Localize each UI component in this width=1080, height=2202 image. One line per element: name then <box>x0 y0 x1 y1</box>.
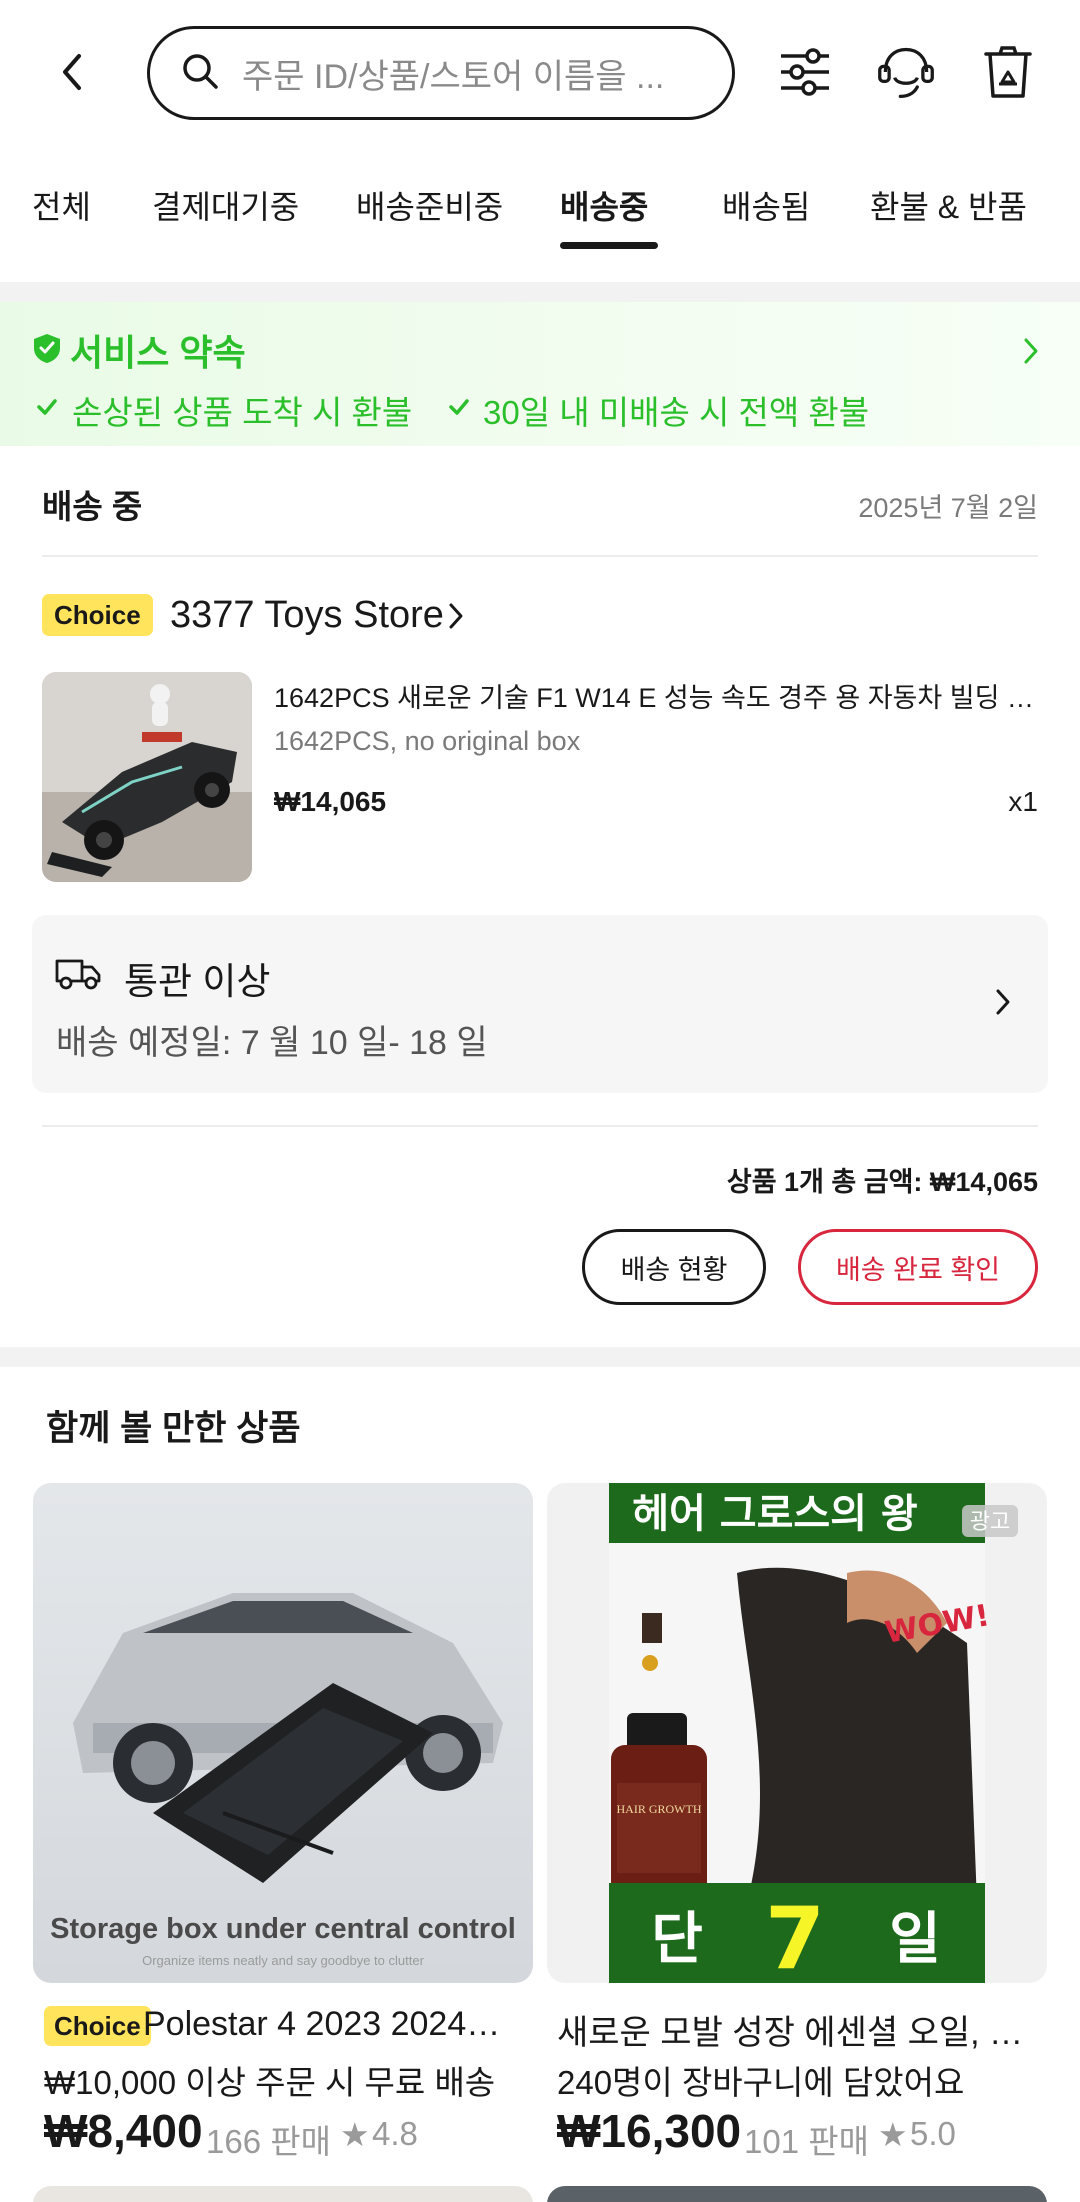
order-status-label: 배송 중 <box>42 488 143 525</box>
star-icon: ★ <box>340 2116 370 2153</box>
recommendation-name[interactable]: 새로운 모발 성장 에센셜 오일, 엄... <box>557 2005 1027 2054</box>
tab-refund-return[interactable]: 환불 & 반품 <box>870 182 1027 228</box>
bottle-label: HAIR GROWTH <box>617 1802 702 1816</box>
customer-service-icon[interactable] <box>876 42 936 102</box>
recommendation-image[interactable] <box>547 2186 1047 2202</box>
promise-damaged-refund: 손상된 상품 도착 시 환불 <box>72 394 413 431</box>
confirm-delivery-button[interactable]: 배송 완료 확인 <box>798 1229 1038 1305</box>
recommendation-image[interactable]: 헤어 그로스의 왕 WOW! HAIR GROWTH 단 7 일 광고 <box>547 1483 1047 1983</box>
estimated-delivery: 배송 예정일: 7 월 10 일- 18 일 <box>56 1024 488 1062</box>
ad-label: 광고 <box>970 1510 1010 1535</box>
choice-badge: Choice <box>42 594 153 636</box>
image-caption: Storage box under central control <box>50 1913 516 1945</box>
search-placeholder: 주문 ID/상품/스토어 이름을 ... <box>242 57 665 96</box>
top-bar: 주문 ID/상품/스토어 이름을 ... <box>0 0 1080 150</box>
chevron-right-icon <box>448 602 464 635</box>
choice-badge: Choice <box>44 2006 151 2046</box>
service-promise-banner[interactable]: 서비스 약속 손상된 상품 도착 시 환불 30일 내 미배송 시 전액 환불 <box>0 302 1080 446</box>
service-promise-title: 서비스 약속 <box>70 332 246 373</box>
recommendations-title: 함께 볼 만한 상품 <box>46 1409 301 1448</box>
cart-count-note: 240명이 장바구니에 담았어요 <box>557 2064 965 2101</box>
active-tab-indicator <box>560 242 658 249</box>
search-icon <box>180 51 220 96</box>
back-arrow-icon[interactable] <box>50 50 94 94</box>
rating: 5.0 <box>910 2115 956 2152</box>
recommendation-name[interactable]: Polestar 4 2023 2024 ... <box>143 2005 503 2044</box>
recommendation-price: ₩8,400 <box>44 2105 203 2157</box>
section-divider <box>0 282 1080 302</box>
store-name-link[interactable]: 3377 Toys Store <box>170 594 444 637</box>
tab-shipping[interactable]: 배송중 <box>560 182 648 228</box>
product-thumbnail[interactable] <box>42 672 252 882</box>
track-shipment-button[interactable]: 배송 현황 <box>582 1229 766 1305</box>
filter-sliders-icon[interactable] <box>775 42 835 102</box>
divider <box>42 1125 1038 1127</box>
product-quantity: x1 <box>1008 786 1038 817</box>
tab-delivered[interactable]: 배송됨 <box>722 182 810 228</box>
order-total: 상품 1개 총 금액: ₩14,065 <box>726 1167 1038 1197</box>
product-title[interactable]: 1642PCS 새로운 기술 F1 W14 E 성능 속도 경주 용 자동차 빌… <box>274 676 1040 715</box>
rating: 4.8 <box>372 2115 418 2152</box>
order-date: 2025년 7월 2일 <box>858 493 1038 523</box>
chevron-right-icon <box>1022 336 1040 371</box>
truck-icon <box>54 955 102 996</box>
image-bottom-right: 일 <box>889 1907 941 1972</box>
recommendation-image[interactable] <box>33 2186 533 2202</box>
product-price: ₩14,065 <box>274 786 387 817</box>
tab-all[interactable]: 전체 <box>32 182 91 228</box>
tab-awaiting-payment[interactable]: 결제대기중 <box>152 182 299 228</box>
recommendation-price: ₩16,300 <box>557 2105 742 2157</box>
chevron-right-icon <box>994 987 1012 1022</box>
image-bottom-num: 7 <box>765 1889 825 1983</box>
check-icon <box>36 398 58 421</box>
check-icon <box>448 398 470 421</box>
search-input[interactable]: 주문 ID/상품/스토어 이름을 ... <box>147 26 735 120</box>
star-icon: ★ <box>878 2116 908 2153</box>
product-variant: 1642PCS, no original box <box>274 726 581 756</box>
promise-undelivered-refund: 30일 내 미배송 시 전액 환불 <box>483 394 870 431</box>
sold-count: 101 판매 <box>744 2123 869 2160</box>
order-status-tabs: 전체 결제대기중 배송준비중 배송중 배송됨 환불 & 반품 <box>0 170 1080 260</box>
customs-status-row[interactable]: 통관 이상 배송 예정일: 7 월 10 일- 18 일 <box>32 915 1048 1093</box>
free-shipping-note: ₩10,000 이상 주문 시 무료 배송 <box>44 2064 496 2101</box>
image-top-text: 헤어 그로스의 왕 <box>632 1491 917 1537</box>
shield-check-icon <box>32 332 62 369</box>
recycle-bin-icon[interactable] <box>978 42 1038 102</box>
image-subcaption: Organize items neatly and say goodbye to… <box>142 1953 424 1968</box>
sold-count: 166 판매 <box>206 2123 331 2160</box>
recommendation-image[interactable]: Storage box under central control Organi… <box>33 1483 533 1983</box>
divider <box>42 555 1038 557</box>
image-bottom-left: 단 <box>651 1907 703 1972</box>
customs-status-title: 통관 이상 <box>124 961 271 1002</box>
tab-preparing[interactable]: 배송준비중 <box>356 182 503 228</box>
section-divider <box>0 1347 1080 1367</box>
